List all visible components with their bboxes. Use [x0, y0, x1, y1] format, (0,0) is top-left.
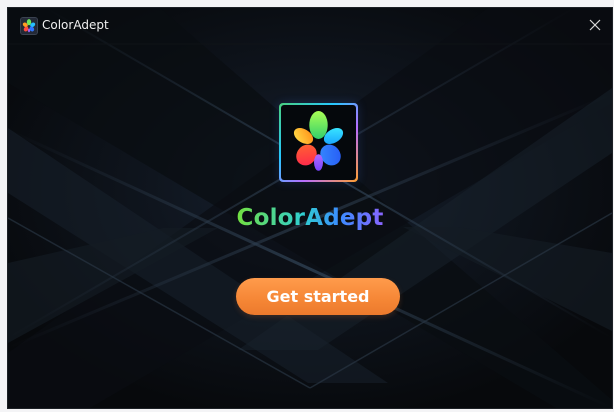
app-window: ColorAdept ColorAdept Get started	[8, 8, 612, 408]
window-title: ColorAdept	[42, 18, 109, 32]
coloradept-logo-icon	[21, 18, 37, 34]
title-bar[interactable]: ColorAdept	[8, 8, 612, 42]
app-name: ColorAdept	[8, 203, 612, 233]
app-logo	[279, 103, 358, 182]
coloradept-petal-logo-icon	[281, 105, 356, 180]
get-started-button[interactable]: Get started	[236, 278, 400, 315]
app-name-text: ColorAdept	[236, 205, 384, 231]
close-button[interactable]	[586, 16, 604, 34]
close-icon	[589, 19, 601, 31]
